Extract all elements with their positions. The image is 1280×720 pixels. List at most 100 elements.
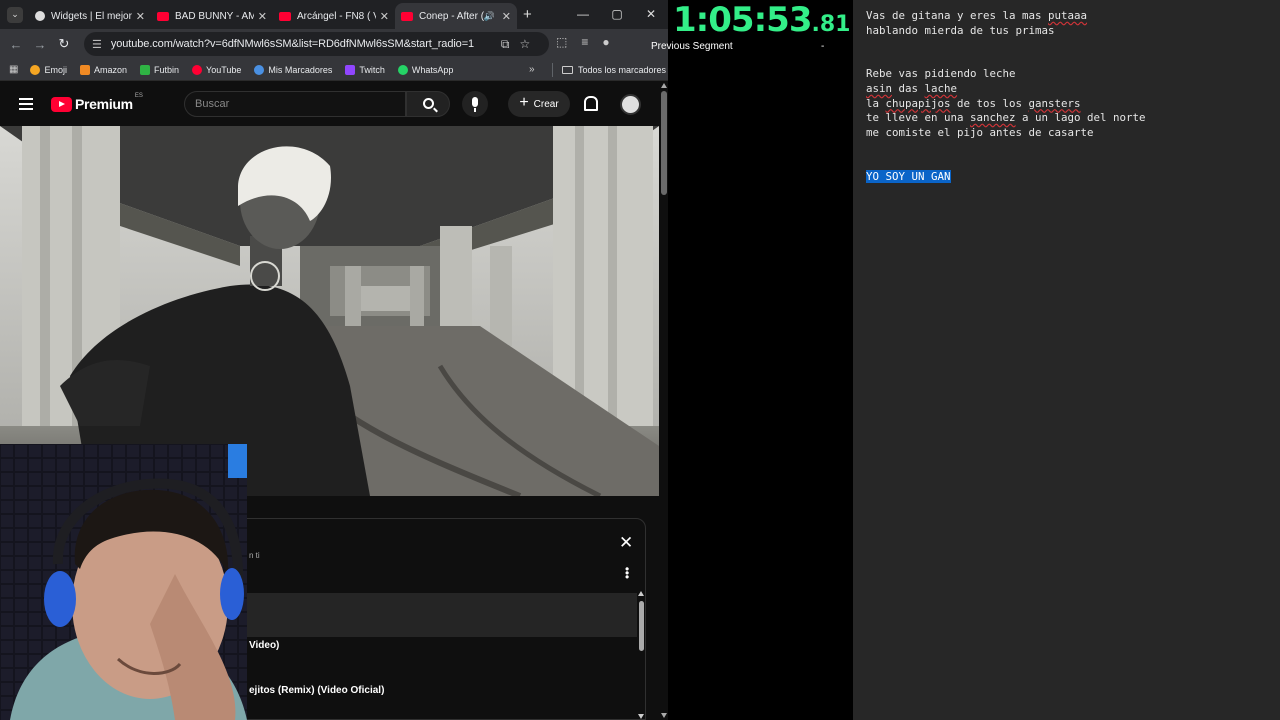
whatsapp-icon xyxy=(397,64,408,75)
amazon-icon xyxy=(79,64,90,75)
text-line[interactable]: la chupapijos de tos los gansters xyxy=(866,97,1280,112)
misspelled-word: sanchez xyxy=(970,111,1016,125)
close-tab-icon[interactable]: ✕ xyxy=(136,10,145,23)
selected-text[interactable]: YO SOY UN GAN xyxy=(866,169,951,183)
url-text[interactable]: youtube.com/watch?v=6dfNMwl6sSM&list=RD6… xyxy=(111,38,491,50)
emoji-icon xyxy=(30,64,41,75)
playlist-item[interactable]: ejitos (Remix) (Video Oficial) xyxy=(249,685,384,696)
playlist-current-row[interactable] xyxy=(237,593,637,637)
misspelled-word: putaaa xyxy=(1048,9,1088,22)
avatar[interactable] xyxy=(620,94,641,115)
playlist-panel: n ti ✕ • • • Video) ejitos (Remix) (Video … xyxy=(236,518,646,720)
search-button[interactable] xyxy=(406,91,450,117)
extensions-icon[interactable]: ⬚ xyxy=(556,35,567,49)
tab-title: Conep - After ( xyxy=(419,10,484,22)
tab-bad-bunny[interactable]: BAD BUNNY - AMO ✕ xyxy=(151,3,273,29)
misspelled-word: asin xyxy=(866,81,893,95)
text-line[interactable] xyxy=(866,155,1280,170)
more-bookmarks-icon[interactable]: » xyxy=(529,64,535,75)
screen: ⌄ Widgets | El mejor ✕ BAD BUNNY - AMO ✕… xyxy=(0,0,1280,720)
c-icon xyxy=(254,64,265,75)
new-tab-button[interactable]: + xyxy=(523,6,532,23)
text-line[interactable]: te lleve en una sanchez a un lago del no… xyxy=(866,111,1280,126)
speedrun-timer: 1:05:53.81 Previous Segment - xyxy=(651,0,853,720)
tab-search-button[interactable]: ⌄ xyxy=(7,6,23,23)
tab-title: BAD BUNNY - AMO xyxy=(175,10,254,22)
bookmarks-bar: ▦ Emoji Amazon Futbin YouTube Mis Marcad… xyxy=(0,59,668,81)
more-options-icon[interactable]: • • • xyxy=(625,563,631,583)
apps-grid-icon[interactable]: ▦ xyxy=(9,64,18,75)
scroll-up-arrow-icon[interactable] xyxy=(638,591,644,596)
video-player[interactable] xyxy=(0,126,659,496)
youtube-masthead: Premium ES Buscar + Crear xyxy=(0,82,660,126)
tab-widgets[interactable]: Widgets | El mejor ✕ xyxy=(29,3,151,29)
webcam-overlay xyxy=(0,444,247,720)
all-bookmarks-button[interactable]: Todos los marcadores xyxy=(562,65,666,75)
back-arrow-icon[interactable]: ← xyxy=(4,37,28,52)
close-tab-icon[interactable]: ✕ xyxy=(380,10,389,23)
bookmark-mis-marcadores[interactable]: Mis Marcadores xyxy=(254,64,332,75)
page-scrollbar[interactable] xyxy=(660,83,668,720)
browser-toolbar: ← → ↻ ☰ youtube.com/watch?v=6dfNMwl6sSM&… xyxy=(0,29,668,59)
text-line[interactable]: me comiste el pijo antes de casarte xyxy=(866,126,1280,141)
text-line[interactable] xyxy=(866,53,1280,68)
cast-icon[interactable]: ⧉ xyxy=(501,37,510,52)
forward-arrow-icon[interactable]: → xyxy=(28,37,52,52)
browser-window: ⌄ Widgets | El mejor ✕ BAD BUNNY - AMO ✕… xyxy=(0,0,668,720)
address-bar[interactable]: ☰ youtube.com/watch?v=6dfNMwl6sSM&list=R… xyxy=(84,32,549,56)
timer-display: 1:05:53.81 xyxy=(673,0,851,40)
text-line[interactable]: hablando mierda de tus primas xyxy=(866,24,1280,39)
text-line[interactable]: asin das lache xyxy=(866,82,1280,97)
reload-icon[interactable]: ↻ xyxy=(52,36,76,52)
menu-icon[interactable] xyxy=(19,98,33,113)
playlist-item[interactable]: Video) xyxy=(249,640,279,651)
video-frame-image xyxy=(0,126,659,496)
playlist-scrollbar-thumb[interactable] xyxy=(639,601,644,651)
scroll-down-arrow-icon[interactable] xyxy=(661,713,667,718)
media-controls-icon[interactable]: ≡ xyxy=(581,35,588,49)
close-tab-icon[interactable]: ✕ xyxy=(258,10,267,23)
misspelled-word: gansters xyxy=(1028,96,1081,110)
playlist-subtitle: n ti xyxy=(249,551,260,560)
window-controls: — ▢ ✕ xyxy=(566,0,668,28)
maximize-icon[interactable]: ▢ xyxy=(600,0,634,28)
site-info-icon[interactable]: ☰ xyxy=(92,38,102,51)
tab-arcangel[interactable]: Arcángel - FN8 ( Vi ✕ xyxy=(273,3,395,29)
create-button[interactable]: + Crear xyxy=(508,91,570,117)
misspelled-word: lache xyxy=(924,81,958,95)
youtube-premium-logo[interactable]: Premium ES xyxy=(51,93,143,112)
profile-icon[interactable]: ● xyxy=(602,35,609,49)
text-line[interactable] xyxy=(866,140,1280,155)
notifications-bell-icon[interactable] xyxy=(582,96,598,111)
speaker-icon[interactable]: 🔊 xyxy=(484,11,495,22)
text-line[interactable]: Vas de gitana y eres la mas putaaa xyxy=(866,9,1280,24)
microphone-icon[interactable] xyxy=(462,91,488,117)
text-line[interactable]: Rebe vas pidiendo leche xyxy=(866,67,1280,82)
tab-strip: ⌄ Widgets | El mejor ✕ BAD BUNNY - AMO ✕… xyxy=(0,0,668,29)
close-window-icon[interactable]: ✕ xyxy=(634,0,668,28)
close-icon[interactable]: ✕ xyxy=(619,533,633,553)
bookmark-futbin[interactable]: Futbin xyxy=(140,64,179,75)
scroll-up-arrow-icon[interactable] xyxy=(661,83,667,88)
text-line[interactable]: YO SOY UN GAN xyxy=(866,169,1280,185)
bookmark-whatsapp[interactable]: WhatsApp xyxy=(397,64,453,75)
youtube-play-icon xyxy=(51,96,72,112)
text-line[interactable] xyxy=(866,38,1280,53)
toolbar-right: ⬚ ≡ ● xyxy=(556,35,610,49)
playlist-scrollbar[interactable] xyxy=(638,591,645,719)
bookmark-amazon[interactable]: Amazon xyxy=(79,64,127,75)
text-editor[interactable]: Vas de gitana y eres la mas putaaa habla… xyxy=(853,0,1280,720)
scrollbar-thumb[interactable] xyxy=(661,91,667,195)
minimize-icon[interactable]: — xyxy=(566,0,600,28)
bookmark-twitch[interactable]: Twitch xyxy=(345,64,385,75)
tab-title: Arcángel - FN8 ( Vi xyxy=(297,10,376,22)
bookmark-star-icon[interactable]: ☆ xyxy=(519,37,530,51)
bookmark-youtube[interactable]: YouTube xyxy=(192,64,241,75)
bookmark-emoji[interactable]: Emoji xyxy=(30,64,67,75)
scroll-down-arrow-icon[interactable] xyxy=(638,714,644,719)
search-icon xyxy=(423,98,434,109)
tab-conep[interactable]: Conep - After ( 🔊 ✕ xyxy=(395,3,517,29)
search-input[interactable]: Buscar xyxy=(184,91,406,117)
close-tab-icon[interactable]: ✕ xyxy=(502,10,511,23)
youtube-icon xyxy=(157,11,169,21)
